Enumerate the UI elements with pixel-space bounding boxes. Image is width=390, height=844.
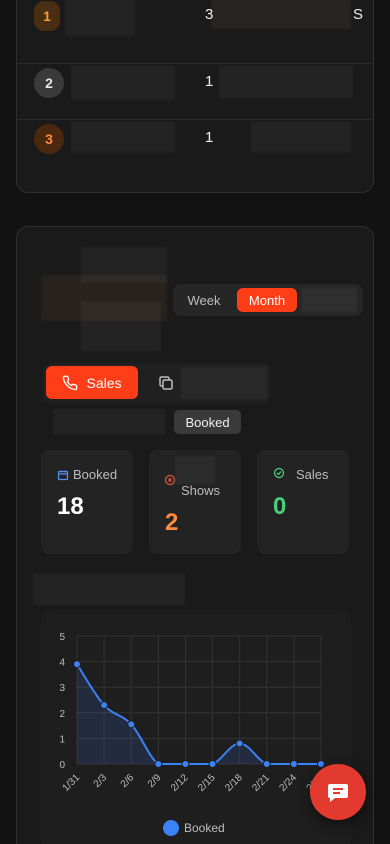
data-point [208,760,217,768]
stat-value: 18 [57,493,84,520]
y-tick-label: 1 [59,734,65,745]
type-toggle: Sales [43,363,271,403]
sales-tab[interactable]: Sales [46,366,138,399]
leaderboard-value: 1 [205,129,214,146]
rank-badge: 1 [34,1,60,31]
y-tick-label: 0 [59,760,65,771]
redacted-label [53,409,165,435]
data-point [289,760,298,768]
data-point [154,760,163,768]
stat-card-shows[interactable]: Shows 2 [149,450,241,554]
copy-icon[interactable] [157,374,175,392]
redacted-chart-title [33,573,185,605]
redacted-detail [211,0,351,29]
redacted-title [81,247,167,283]
y-tick-label: 3 [59,683,65,694]
legend-label: Booked [184,821,225,835]
period-toggle: Week Month [173,284,363,316]
redacted-label [175,456,215,484]
month-tab[interactable]: Month [237,288,297,312]
leaderboard-row[interactable]: 3 1 [17,119,373,175]
data-point [262,760,271,768]
data-point [181,760,190,768]
phone-icon [63,375,78,390]
x-tick-label: 2/6 [119,772,137,790]
data-point [127,720,136,729]
y-tick-label: 5 [59,632,65,643]
stat-label: Shows [181,483,221,498]
redacted-name [65,0,135,36]
leaderboard-row[interactable]: 2 1 [17,63,373,119]
redacted-name [71,122,175,152]
chat-button[interactable] [310,764,366,820]
booked-chart: 0123451/312/32/62/92/122/152/182/212/242… [41,610,351,844]
leaderboard-card: 1 3 S 2 1 3 1 [16,0,374,193]
series-area [77,664,321,764]
sales-tab-label: Sales [86,374,122,391]
x-tick-label: 2/24 [277,772,299,794]
stats-card: Week Month Sales Booked Booked 18 Shows … [16,226,374,844]
redacted-tab [301,288,357,312]
stat-value: 2 [165,509,179,536]
tooltip: Booked [174,410,241,434]
legend-swatch [163,820,179,836]
x-tick-label: 2/9 [146,772,164,790]
y-tick-label: 2 [59,709,65,720]
leaderboard-trail: S [353,6,364,23]
data-point [73,660,81,669]
stat-card-sales[interactable]: Sales 0 [257,450,349,554]
chart-svg: 0123451/312/32/62/92/122/152/182/212/242… [59,632,326,836]
chat-icon [328,784,348,802]
x-tick-label: 2/15 [196,772,218,794]
data-point [317,760,325,768]
week-tab[interactable]: Week [175,288,233,312]
stat-label: Sales [296,467,329,482]
x-tick-label: 2/21 [250,772,272,794]
rank-badge: 3 [34,124,64,154]
x-tick-label: 2/12 [169,772,191,794]
x-circle-icon [164,474,176,486]
rank-badge: 2 [34,68,64,98]
x-tick-label: 2/3 [92,772,110,790]
stat-card-booked[interactable]: Booked 18 [41,450,133,554]
check-circle-icon [273,467,285,479]
data-point [100,701,109,710]
redacted-subtitle [81,301,161,351]
data-point [235,739,244,748]
stat-value: 0 [273,493,287,520]
x-tick-label: 1/31 [61,772,83,794]
stat-label: Booked [73,467,118,482]
x-tick-label: 2/18 [223,772,245,794]
leaderboard-value: 1 [205,73,214,90]
redacted-detail [251,122,351,152]
redacted-name [71,66,175,100]
leaderboard-row[interactable]: 1 3 S [17,0,373,52]
calendar-icon [57,470,69,481]
redacted-detail [219,66,353,98]
y-tick-label: 4 [59,658,65,669]
redacted-tab [181,367,267,399]
